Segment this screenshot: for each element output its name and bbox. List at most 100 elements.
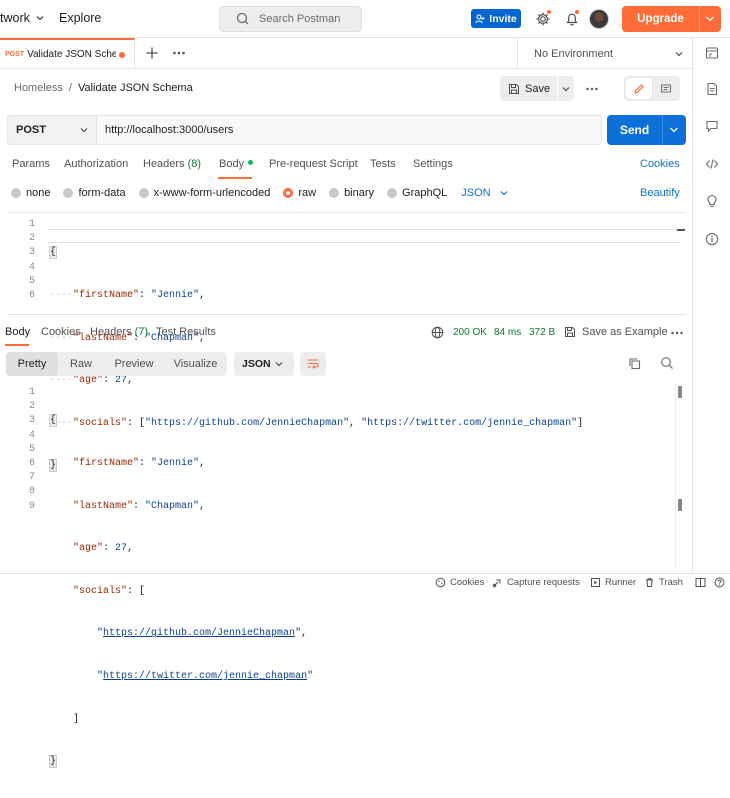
radio-binary[interactable]: binary [329,187,374,199]
upgrade-button[interactable]: Upgrade [622,6,721,32]
comments-icon[interactable] [705,119,719,133]
status-code[interactable]: 200 OK [453,327,487,338]
chevron-down-icon[interactable] [558,84,574,94]
response-tab-body[interactable]: Body [5,326,30,338]
copy-icon[interactable] [628,357,641,370]
radio-urlencoded[interactable]: x-www-form-urlencoded [138,187,270,199]
line-number: 3 [28,415,35,427]
send-button[interactable]: Send [607,115,686,145]
footer-runner-button[interactable]: Runner [590,577,636,588]
tab-params[interactable]: Params [12,158,50,170]
tab-settings[interactable]: Settings [413,158,453,170]
line-number: 9 [28,500,35,512]
comment-mode-button[interactable] [654,78,678,99]
breadcrumb-current[interactable]: Validate JSON Schema [78,82,193,94]
more-options-icon[interactable] [585,83,599,95]
right-sidebar [692,38,730,574]
request-tab[interactable]: POST Validate JSON Schem [0,38,135,69]
beautify-button[interactable]: Beautify [640,187,680,199]
info-icon[interactable] [705,232,719,246]
line-number: 2 [28,233,35,245]
two-pane-icon[interactable] [695,577,706,588]
footer-cookies-button[interactable]: Cookies [435,577,484,588]
breadcrumb-parent[interactable]: Homeless [14,82,63,94]
response-tab-cookies[interactable]: Cookies [41,326,81,338]
radio-raw-label: raw [298,187,317,199]
comment-icon [661,84,671,92]
tab-tests[interactable]: Tests [370,158,396,170]
search-box[interactable]: Search Postman [219,6,362,32]
trash-icon [646,578,653,587]
settings-button[interactable] [535,9,552,27]
search-icon[interactable] [660,356,674,370]
method-selector[interactable]: POST [7,115,97,145]
help-icon[interactable] [714,577,725,588]
request-body-editor[interactable]: 1 2 3 4 5 6 { ····"firstName": "Jennie",… [7,212,686,473]
chevron-down-icon[interactable] [663,125,685,135]
notifications-button[interactable] [564,9,580,27]
invite-button[interactable]: Invite [471,9,521,28]
response-scrollbar-track [675,383,676,568]
line-number: 5 [28,275,35,287]
chevron-down-icon[interactable] [700,14,720,24]
response-scrollbar-top[interactable] [678,386,682,398]
view-raw[interactable]: Raw [58,358,104,370]
radio-none[interactable]: none [11,187,50,199]
tab-headers[interactable]: Headers (8) [143,158,201,170]
cookies-link[interactable]: Cookies [640,158,680,170]
response-tabs: Body Cookies Headers (7) Test Results 20… [0,326,692,346]
response-tab-headers-count: (7) [134,326,149,338]
radio-graphql[interactable]: GraphQL [387,187,447,199]
edit-mode-button[interactable] [626,78,652,99]
lightbulb-icon[interactable] [705,194,719,208]
save-as-example-button[interactable]: Save as Example [564,326,668,338]
save-button[interactable]: Save [500,76,574,101]
new-tab-icon[interactable] [145,46,159,60]
upgrade-label: Upgrade [637,13,684,25]
radio-form-data[interactable]: form-data [63,187,126,199]
documentation-icon[interactable] [705,82,719,96]
line-number: 4 [28,429,35,441]
environment-quick-look-icon[interactable] [705,46,719,60]
workspaces-menu[interactable]: twork [0,11,45,25]
search-placeholder: Search Postman [259,13,341,25]
radio-raw[interactable]: raw [283,187,316,199]
response-time[interactable]: 84 ms [494,327,521,338]
view-pretty[interactable]: Pretty [6,352,58,376]
environment-selector[interactable]: No Environment [517,38,692,69]
wrap-lines-button[interactable] [300,352,326,376]
breadcrumb-separator: / [68,82,72,94]
footer-trash-button[interactable]: Trash [644,577,683,588]
explore-link[interactable]: Explore [59,11,101,25]
tab-authorization[interactable]: Authorization [64,158,128,170]
save-as-example-label: Save as Example [582,326,668,338]
json-value: 27 [115,543,128,555]
tab-prerequest[interactable]: Pre-request Script [269,158,358,170]
footer-capture-button[interactable]: Capture requests [492,577,580,588]
response-scrollbar-bottom[interactable] [678,499,682,511]
radio-none-label: none [26,187,51,199]
url-input[interactable]: http://localhost:3000/users [97,115,602,145]
code-icon[interactable] [705,157,719,171]
editor-scrollbar[interactable] [677,229,685,231]
response-tab-headers[interactable]: Headers (7) [90,326,148,338]
view-preview[interactable]: Preview [104,358,164,370]
invite-label: Invite [489,12,517,25]
view-visualize[interactable]: Visualize [164,358,227,370]
more-options-icon[interactable] [670,328,684,338]
body-format-dropdown[interactable]: JSON [461,187,508,199]
line-number: 3 [28,247,35,259]
method-label: POST [16,124,46,136]
tab-body[interactable]: Body [219,158,254,170]
response-size[interactable]: 372 B [529,327,555,338]
json-link[interactable]: https://twitter.com/jennie_chapman [103,671,307,682]
json-link[interactable]: https://github.com/JennieChapman [103,628,295,639]
response-body-viewer[interactable]: 1 2 3 4 5 6 7 8 9 { "firstName": "Jennie… [7,383,686,769]
radio-graphql-label: GraphQL [402,187,448,199]
more-tabs-icon[interactable] [172,47,186,59]
radio-button [138,188,149,198]
response-format-dropdown[interactable]: JSON [234,352,294,376]
avatar[interactable] [589,9,609,29]
globe-icon[interactable] [431,326,444,339]
response-tab-test-results[interactable]: Test Results [156,326,216,338]
